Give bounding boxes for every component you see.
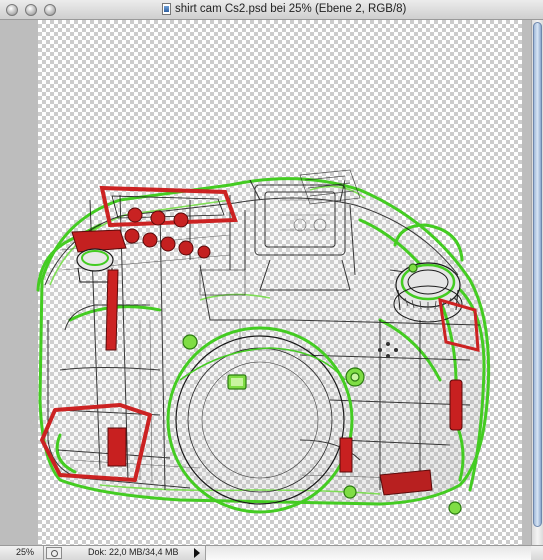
minimize-icon[interactable] (25, 4, 37, 16)
chevron-right-icon[interactable] (192, 547, 202, 559)
document-size-info: Dok: 22,0 MB/34,4 MB (88, 547, 179, 557)
status-info-icon[interactable] (46, 547, 62, 559)
close-icon[interactable] (6, 4, 18, 16)
vertical-scrollbar-thumb[interactable] (533, 22, 542, 527)
window-title: shirt cam Cs2.psd bei 25% (Ebene 2, RGB/… (175, 3, 407, 15)
document-window: shirt cam Cs2.psd bei 25% (Ebene 2, RGB/… (0, 0, 543, 560)
camera-xray-artwork (36, 169, 491, 515)
vertical-scrollbar[interactable] (531, 20, 543, 545)
status-bar: 25% Dok: 22,0 MB/34,4 MB (0, 545, 543, 560)
zoom-icon[interactable] (44, 4, 56, 16)
canvas-area[interactable] (0, 20, 531, 545)
document-icon (162, 3, 171, 15)
horizontal-scrollbar[interactable] (205, 546, 531, 560)
zoom-level-field[interactable]: 25% (0, 546, 44, 560)
title-bar[interactable]: shirt cam Cs2.psd bei 25% (Ebene 2, RGB/… (0, 0, 543, 20)
